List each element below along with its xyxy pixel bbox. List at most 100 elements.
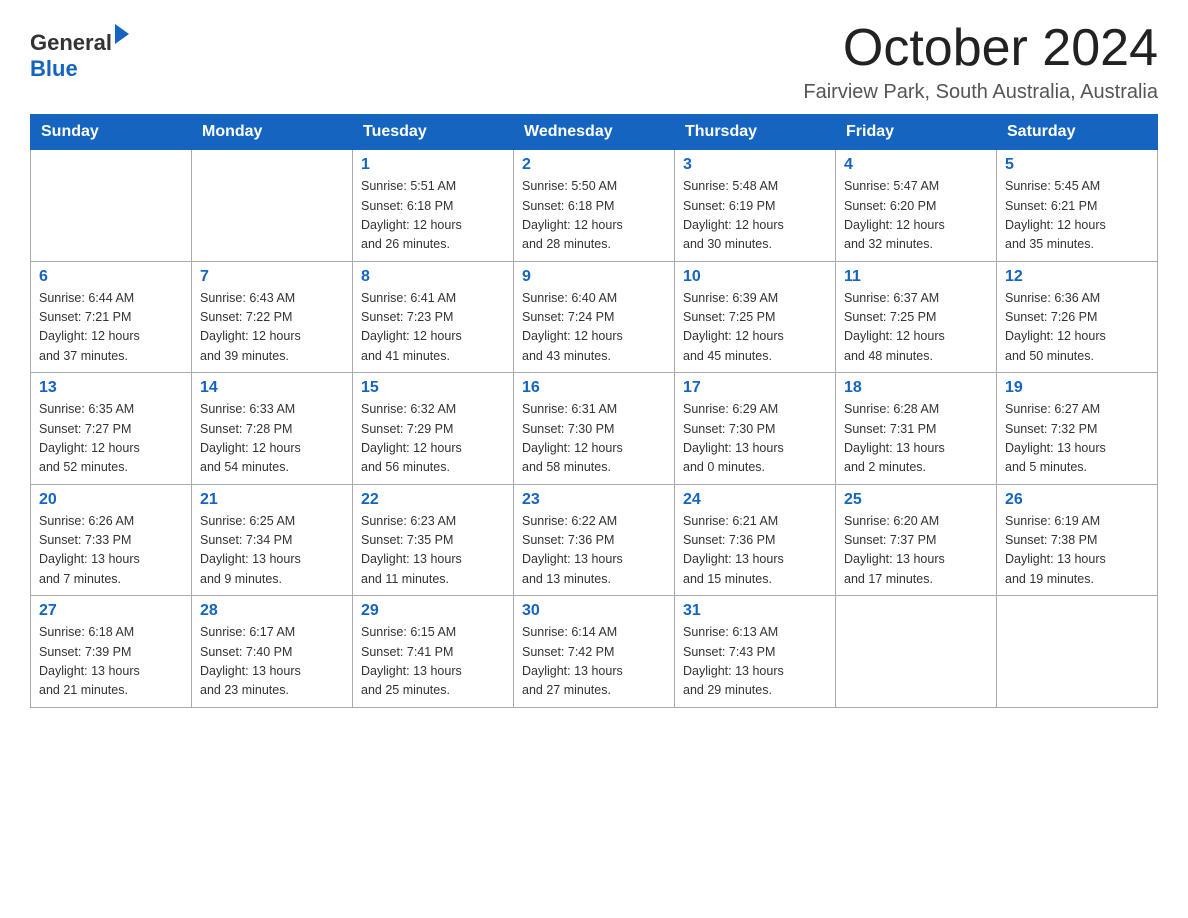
day-info: Sunrise: 6:36 AMSunset: 7:26 PMDaylight:…: [1005, 289, 1149, 367]
title-block: October 2024 Fairview Park, South Austra…: [803, 20, 1158, 104]
calendar-cell: [31, 150, 192, 262]
calendar-week-row: 13 Sunrise: 6:35 AMSunset: 7:27 PMDayligh…: [31, 373, 1158, 485]
day-info: Sunrise: 6:25 AMSunset: 7:34 PMDaylight:…: [200, 512, 344, 590]
day-number: 9: [522, 268, 666, 286]
day-info: Sunrise: 6:40 AMSunset: 7:24 PMDaylight:…: [522, 289, 666, 367]
calendar-cell: 31 Sunrise: 6:13 AMSunset: 7:43 PMDayligh…: [675, 596, 836, 708]
day-number: 8: [361, 268, 505, 286]
day-number: 31: [683, 602, 827, 620]
day-info: Sunrise: 6:21 AMSunset: 7:36 PMDaylight:…: [683, 512, 827, 590]
day-info: Sunrise: 6:37 AMSunset: 7:25 PMDaylight:…: [844, 289, 988, 367]
day-info: Sunrise: 6:23 AMSunset: 7:35 PMDaylight:…: [361, 512, 505, 590]
col-header-sunday: Sunday: [31, 115, 192, 150]
day-number: 1: [361, 156, 505, 174]
day-number: 12: [1005, 268, 1149, 286]
calendar-cell: 5Sunrise: 5:45 AMSunset: 6:21 PMDaylight…: [997, 150, 1158, 262]
page-header: General Blue October 2024 Fairview Park,…: [30, 20, 1158, 104]
calendar-cell: 21 Sunrise: 6:25 AMSunset: 7:34 PMDayligh…: [192, 484, 353, 596]
day-info: Sunrise: 6:20 AMSunset: 7:37 PMDaylight:…: [844, 512, 988, 590]
day-number: 24: [683, 491, 827, 509]
col-header-wednesday: Wednesday: [514, 115, 675, 150]
calendar-cell: 24 Sunrise: 6:21 AMSunset: 7:36 PMDayligh…: [675, 484, 836, 596]
day-number: 28: [200, 602, 344, 620]
day-number: 23: [522, 491, 666, 509]
calendar-cell: 30 Sunrise: 6:14 AMSunset: 7:42 PMDayligh…: [514, 596, 675, 708]
day-number: 4: [844, 156, 988, 174]
day-info: Sunrise: 6:28 AMSunset: 7:31 PMDaylight:…: [844, 400, 988, 478]
location-title: Fairview Park, South Australia, Australi…: [803, 81, 1158, 104]
day-number: 26: [1005, 491, 1149, 509]
calendar-cell: [836, 596, 997, 708]
day-number: 11: [844, 268, 988, 286]
day-info: Sunrise: 6:14 AMSunset: 7:42 PMDaylight:…: [522, 623, 666, 701]
calendar-week-row: 20Sunrise: 6:26 AMSunset: 7:33 PMDayligh…: [31, 484, 1158, 596]
day-number: 25: [844, 491, 988, 509]
calendar-cell: 9 Sunrise: 6:40 AMSunset: 7:24 PMDaylight…: [514, 261, 675, 373]
day-info: Sunrise: 6:17 AMSunset: 7:40 PMDaylight:…: [200, 623, 344, 701]
col-header-saturday: Saturday: [997, 115, 1158, 150]
day-number: 30: [522, 602, 666, 620]
day-info: Sunrise: 6:43 AMSunset: 7:22 PMDaylight:…: [200, 289, 344, 367]
col-header-friday: Friday: [836, 115, 997, 150]
day-info: Sunrise: 5:50 AMSunset: 6:18 PMDaylight:…: [522, 177, 666, 255]
day-number: 13: [39, 379, 183, 397]
day-number: 3: [683, 156, 827, 174]
day-info: Sunrise: 5:48 AMSunset: 6:19 PMDaylight:…: [683, 177, 827, 255]
day-info: Sunrise: 6:22 AMSunset: 7:36 PMDaylight:…: [522, 512, 666, 590]
calendar-table: SundayMondayTuesdayWednesdayThursdayFrid…: [30, 114, 1158, 708]
day-number: 27: [39, 602, 183, 620]
calendar-cell: 14Sunrise: 6:33 AMSunset: 7:28 PMDayligh…: [192, 373, 353, 485]
day-number: 16: [522, 379, 666, 397]
logo-text-general: General: [30, 30, 112, 56]
calendar-cell: 1Sunrise: 5:51 AMSunset: 6:18 PMDaylight…: [353, 150, 514, 262]
day-info: Sunrise: 6:31 AMSunset: 7:30 PMDaylight:…: [522, 400, 666, 478]
calendar-header-row: SundayMondayTuesdayWednesdayThursdayFrid…: [31, 115, 1158, 150]
logo: General Blue: [30, 30, 129, 82]
day-number: 14: [200, 379, 344, 397]
calendar-week-row: 1Sunrise: 5:51 AMSunset: 6:18 PMDaylight…: [31, 150, 1158, 262]
calendar-cell: 2 Sunrise: 5:50 AMSunset: 6:18 PMDaylight…: [514, 150, 675, 262]
calendar-cell: 17 Sunrise: 6:29 AMSunset: 7:30 PMDayligh…: [675, 373, 836, 485]
calendar-cell: 22 Sunrise: 6:23 AMSunset: 7:35 PMDayligh…: [353, 484, 514, 596]
calendar-cell: 11 Sunrise: 6:37 AMSunset: 7:25 PMDayligh…: [836, 261, 997, 373]
day-number: 10: [683, 268, 827, 286]
calendar-cell: 6Sunrise: 6:44 AMSunset: 7:21 PMDaylight…: [31, 261, 192, 373]
logo-triangle-icon: [115, 24, 129, 44]
logo-text-blue: Blue: [30, 56, 78, 82]
day-info: Sunrise: 5:47 AMSunset: 6:20 PMDaylight:…: [844, 177, 988, 255]
calendar-cell: 19Sunrise: 6:27 AMSunset: 7:32 PMDayligh…: [997, 373, 1158, 485]
calendar-week-row: 6Sunrise: 6:44 AMSunset: 7:21 PMDaylight…: [31, 261, 1158, 373]
day-info: Sunrise: 6:35 AMSunset: 7:27 PMDaylight:…: [39, 400, 183, 478]
day-info: Sunrise: 6:15 AMSunset: 7:41 PMDaylight:…: [361, 623, 505, 701]
col-header-thursday: Thursday: [675, 115, 836, 150]
calendar-cell: 25 Sunrise: 6:20 AMSunset: 7:37 PMDayligh…: [836, 484, 997, 596]
day-info: Sunrise: 6:41 AMSunset: 7:23 PMDaylight:…: [361, 289, 505, 367]
calendar-week-row: 27Sunrise: 6:18 AMSunset: 7:39 PMDayligh…: [31, 596, 1158, 708]
col-header-tuesday: Tuesday: [353, 115, 514, 150]
calendar-cell: 18 Sunrise: 6:28 AMSunset: 7:31 PMDayligh…: [836, 373, 997, 485]
day-number: 2: [522, 156, 666, 174]
day-number: 7: [200, 268, 344, 286]
day-number: 15: [361, 379, 505, 397]
day-info: Sunrise: 6:13 AMSunset: 7:43 PMDaylight:…: [683, 623, 827, 701]
day-info: Sunrise: 6:29 AMSunset: 7:30 PMDaylight:…: [683, 400, 827, 478]
day-info: Sunrise: 6:32 AMSunset: 7:29 PMDaylight:…: [361, 400, 505, 478]
calendar-cell: 27Sunrise: 6:18 AMSunset: 7:39 PMDayligh…: [31, 596, 192, 708]
calendar-cell: 3 Sunrise: 5:48 AMSunset: 6:19 PMDaylight…: [675, 150, 836, 262]
day-info: Sunrise: 6:39 AMSunset: 7:25 PMDaylight:…: [683, 289, 827, 367]
day-number: 17: [683, 379, 827, 397]
day-info: Sunrise: 5:45 AMSunset: 6:21 PMDaylight:…: [1005, 177, 1149, 255]
calendar-cell: 15 Sunrise: 6:32 AMSunset: 7:29 PMDayligh…: [353, 373, 514, 485]
calendar-cell: 7 Sunrise: 6:43 AMSunset: 7:22 PMDaylight…: [192, 261, 353, 373]
day-number: 18: [844, 379, 988, 397]
day-number: 22: [361, 491, 505, 509]
day-number: 19: [1005, 379, 1149, 397]
day-info: Sunrise: 6:44 AMSunset: 7:21 PMDaylight:…: [39, 289, 183, 367]
day-number: 29: [361, 602, 505, 620]
calendar-cell: [192, 150, 353, 262]
calendar-cell: 23 Sunrise: 6:22 AMSunset: 7:36 PMDayligh…: [514, 484, 675, 596]
day-number: 20: [39, 491, 183, 509]
day-number: 21: [200, 491, 344, 509]
calendar-cell: 13 Sunrise: 6:35 AMSunset: 7:27 PMDayligh…: [31, 373, 192, 485]
calendar-cell: 26Sunrise: 6:19 AMSunset: 7:38 PMDayligh…: [997, 484, 1158, 596]
